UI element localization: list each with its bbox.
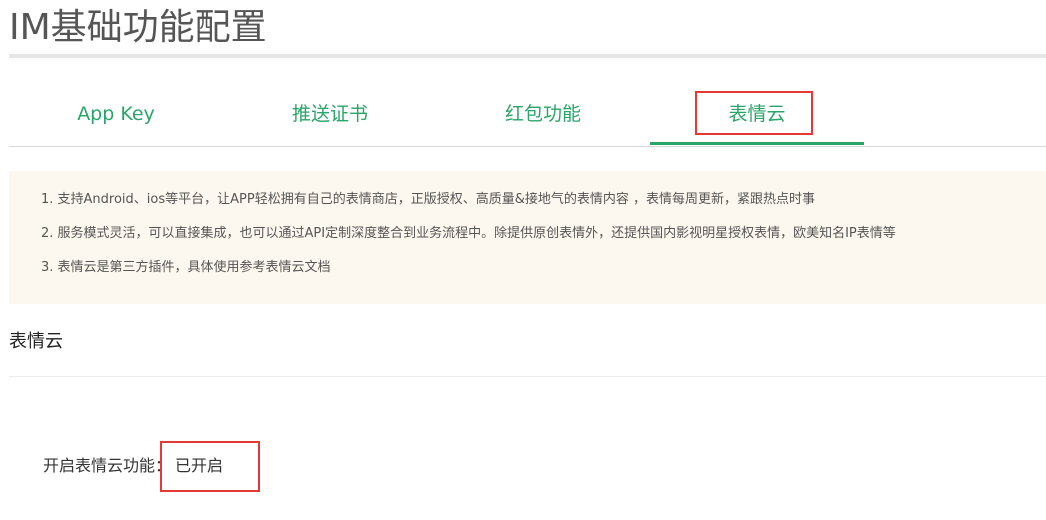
status-highlight-box [160, 441, 260, 492]
section-title: 表情云 [9, 331, 63, 352]
page-title: IM基础功能配置 [9, 7, 267, 48]
tab-app-key[interactable]: App Key [9, 82, 223, 145]
notice-item: 2. 服务模式灵活，可以直接集成，也可以通过API定制深度整合到业务流程中。除提… [41, 226, 896, 241]
notice-item: 3. 表情云是第三方插件，具体使用参考表情云文档 [41, 260, 331, 275]
tab-push-certificate[interactable]: 推送证书 [223, 82, 437, 145]
section-divider [9, 376, 1046, 377]
tab-bar: App Key 推送证书 红包功能 表情云 [9, 82, 1046, 147]
notice-item: 1. 支持Android、ios等平台，让APP轻松拥有自己的表情商店，正版授权… [41, 192, 815, 207]
tab-red-packet[interactable]: 红包功能 [436, 82, 650, 145]
info-notice: 1. 支持Android、ios等平台，让APP轻松拥有自己的表情商店，正版授权… [9, 171, 1046, 304]
title-underline [9, 54, 1046, 58]
tab-highlight-box [695, 91, 813, 135]
setting-label: 开启表情云功能： [43, 456, 172, 475]
tab-emoji-cloud[interactable]: 表情云 [650, 82, 864, 145]
